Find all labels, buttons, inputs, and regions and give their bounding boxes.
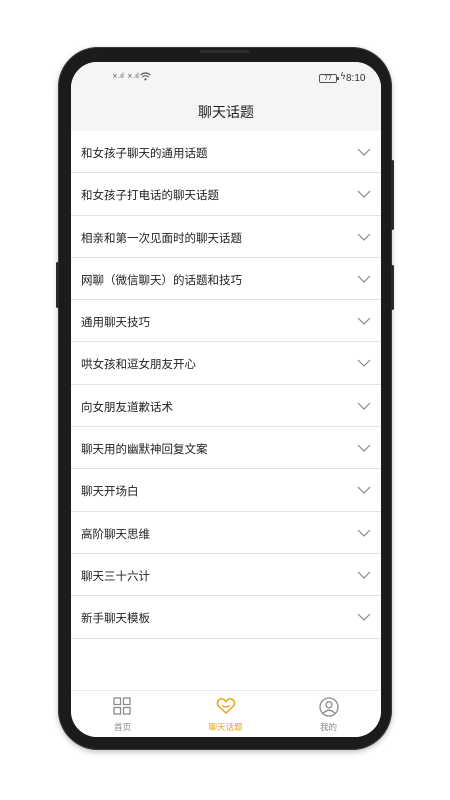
nav-item-home[interactable]: 首页 (71, 691, 174, 737)
list-item[interactable]: 哄女孩和逗女朋友开心 (71, 342, 381, 385)
chevron-down-icon (357, 360, 371, 368)
list-item[interactable]: 通用聊天技巧 (71, 300, 381, 343)
wifi-icon (140, 72, 151, 81)
list-item-label: 和女孩子打电话的聊天话题 (81, 188, 219, 203)
list-item[interactable]: 高阶聊天思维 (71, 511, 381, 554)
chevron-down-icon (357, 317, 371, 326)
chevron-down-icon (357, 486, 371, 495)
nav-label-topics: 聊天话题 (208, 723, 243, 733)
chevron-down-icon (357, 148, 371, 156)
list-item-label: 相亲和第一次见面时的聊天话题 (81, 230, 242, 245)
list-item[interactable]: 向女朋友道歉话术 (71, 384, 381, 428)
topic-list: 和女孩子聊天的通用话题 和女孩子打电话的聊天话题相亲和第一次见面时的聊天话题 网聊（… (71, 131, 381, 639)
list-item[interactable]: 相亲和第一次见面时的聊天话题 (71, 215, 381, 258)
list-item-label: 聊天用的幽默神回复文案 (81, 442, 208, 457)
bottom-nav: 首页 聊天话题 我的 (71, 690, 381, 737)
nav-item-topics[interactable]: 聊天话题 (174, 691, 277, 737)
user-icon (319, 697, 339, 717)
stage: ×.ıl ×.ıl 77 ϟ 8:10 聊天话题 和女孩子聊天的通用话题 和女孩子… (0, 0, 450, 800)
earpiece (200, 50, 250, 53)
chevron-down-icon (357, 275, 371, 283)
list-item[interactable]: 网聊（微信聊天）的话题和技巧 (71, 257, 381, 301)
list-item[interactable]: 聊天用的幽默神回复文案 (71, 427, 381, 470)
nav-label-mine: 我的 (319, 723, 337, 733)
chevron-down-icon (357, 571, 371, 579)
list-item[interactable]: 和女孩子聊天的通用话题 (71, 131, 381, 174)
title-bar: 聊天话题 (71, 90, 381, 131)
list-item-label: 网聊（微信聊天）的话题和技巧 (81, 272, 242, 287)
list-item-label: 和女孩子聊天的通用话题 (81, 146, 208, 160)
status-time: 8:10 (346, 73, 366, 84)
side-button-volume (391, 160, 394, 230)
battery-icon: 77 (319, 74, 339, 83)
chevron-down-icon (357, 402, 371, 410)
nav-item-mine[interactable]: 我的 (277, 691, 380, 737)
list-item-label: 新手聊天模板 (81, 611, 150, 626)
signal-icon: ×.ıl (112, 72, 124, 80)
list-item-label: 哄女孩和逗女朋友开心 (81, 357, 196, 372)
list-item-label: 通用聊天技巧 (81, 315, 150, 330)
chevron-down-icon (357, 529, 371, 537)
chevron-down-icon (357, 233, 371, 241)
side-button-power (391, 265, 394, 310)
list-item[interactable]: 聊天三十六计 (71, 553, 381, 597)
list-item[interactable]: 聊天开场白 (71, 469, 381, 512)
heart-chat-icon (216, 698, 236, 715)
side-button-left (56, 262, 59, 308)
list-item-label: 向女朋友道歉话术 (81, 399, 173, 414)
list-item-label: 聊天三十六计 (81, 568, 150, 583)
list-item-label: 聊天开场白 (81, 484, 139, 499)
nav-label-home: 首页 (113, 723, 131, 733)
list-item-label: 高阶聊天思维 (81, 526, 150, 541)
list-item[interactable]: 新手聊天模板 (71, 596, 381, 639)
page-title: 聊天话题 (198, 105, 254, 121)
signal-icon: ×.ıl (127, 72, 139, 80)
chevron-down-icon (357, 190, 371, 199)
grid-icon (113, 697, 131, 715)
chevron-down-icon (357, 613, 371, 622)
list-item[interactable]: 和女孩子打电话的聊天话题 (71, 173, 381, 216)
chevron-down-icon (357, 444, 371, 452)
status-bar: ×.ıl ×.ıl 77 ϟ 8:10 (71, 62, 381, 90)
screen: ×.ıl ×.ıl 77 ϟ 8:10 聊天话题 和女孩子聊天的通用话题 和女孩子… (71, 62, 381, 737)
